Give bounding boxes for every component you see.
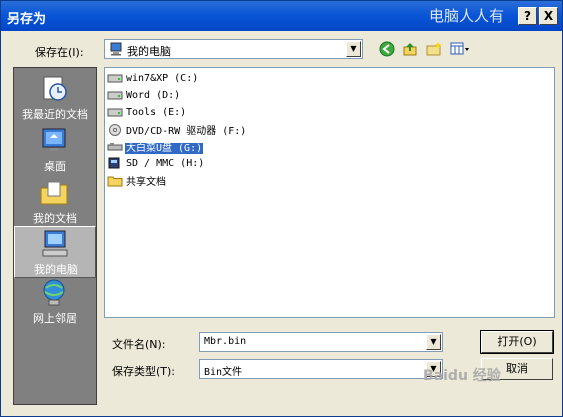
list-item-label: 共享文档 <box>126 177 166 188</box>
dialog-title: 另存为 <box>7 12 47 27</box>
hard-drive-icon <box>107 89 123 101</box>
watermark-logo: Baidu 经验 <box>423 368 501 384</box>
title-bar[interactable]: 另存为 电脑人人有 ? X <box>1 1 562 31</box>
list-item-label: SD / MMC (H:) <box>126 157 205 169</box>
place-label: 我的文档 <box>33 212 77 225</box>
open-button[interactable]: 打开(O) <box>480 330 554 354</box>
filename-value: Mbr.bin <box>204 336 247 347</box>
cd-drive-icon <box>107 123 123 136</box>
list-item[interactable]: Word (D:) <box>107 88 181 104</box>
watermark-text: 电脑人人有 <box>429 7 505 25</box>
place-my-computer[interactable]: 我的电脑 <box>14 226 96 278</box>
removable-drive-icon <box>107 141 123 153</box>
place-desktop[interactable]: 桌面 <box>14 124 96 176</box>
list-item[interactable]: 大白菜U盘 (G:) <box>107 139 204 155</box>
my-documents-icon <box>38 178 70 208</box>
place-recent[interactable]: 我最近的文档 <box>14 72 96 124</box>
list-item[interactable]: SD / MMC (H:) <box>107 156 205 172</box>
folder-icon <box>107 175 123 187</box>
place-label: 网上邻居 <box>33 312 77 325</box>
places-bar: 我最近的文档 桌面 我的文档 我的电脑 网上邻居 <box>13 67 97 405</box>
chevron-down-icon[interactable]: ▼ <box>426 334 441 350</box>
chevron-down-icon[interactable]: ▼ <box>346 41 361 57</box>
close-button[interactable]: X <box>539 7 558 25</box>
views-menu-icon[interactable] <box>449 41 473 59</box>
my-computer-icon <box>109 42 123 59</box>
list-item-label: 大白菜U盘 (G:) <box>125 143 204 154</box>
save-as-dialog: 另存为 电脑人人有 ? X 保存在(I): 我的电脑 ▼ 我最近的文档 桌面 我… <box>0 0 563 417</box>
up-folder-icon[interactable] <box>401 41 419 59</box>
place-my-documents[interactable]: 我的文档 <box>14 176 96 228</box>
place-label: 桌面 <box>44 160 66 173</box>
network-places-icon <box>38 278 70 308</box>
list-item[interactable]: DVD/CD-RW 驱动器 (F:) <box>107 122 247 138</box>
filetype-select[interactable]: Bin文件 ▼ <box>199 359 443 379</box>
filename-label: 文件名(N): <box>112 338 166 351</box>
place-label: 我最近的文档 <box>22 108 88 121</box>
list-item-label: Word (D:) <box>126 89 181 101</box>
help-button[interactable]: ? <box>518 7 537 25</box>
back-arrow-icon[interactable] <box>378 41 396 59</box>
file-list[interactable]: win7&XP (C:) Word (D:) Tools (E:) DVD/CD… <box>104 67 555 318</box>
place-label: 我的电脑 <box>34 263 78 276</box>
hard-drive-icon <box>107 72 123 84</box>
new-folder-icon[interactable] <box>425 41 443 59</box>
list-item-label: win7&XP (C:) <box>126 72 199 84</box>
save-in-combo[interactable]: 我的电脑 ▼ <box>104 39 363 59</box>
sd-card-icon <box>107 157 123 169</box>
my-computer-icon <box>39 229 71 259</box>
hard-drive-icon <box>107 106 123 118</box>
list-item[interactable]: Tools (E:) <box>107 105 187 121</box>
list-item[interactable]: 共享文档 <box>107 173 167 189</box>
list-item[interactable]: win7&XP (C:) <box>107 71 199 87</box>
save-in-label: 保存在(I): <box>35 46 84 59</box>
recent-documents-icon <box>38 74 70 104</box>
desktop-icon <box>38 126 70 156</box>
save-in-value: 我的电脑 <box>127 45 171 58</box>
filetype-label: 保存类型(T): <box>112 365 176 378</box>
list-item-label: Tools (E:) <box>126 106 187 118</box>
list-item-label: DVD/CD-RW 驱动器 (F:) <box>126 126 247 137</box>
place-network[interactable]: 网上邻居 <box>14 276 96 328</box>
filetype-value: Bin文件 <box>204 367 243 378</box>
filename-input[interactable]: Mbr.bin ▼ <box>199 332 443 352</box>
